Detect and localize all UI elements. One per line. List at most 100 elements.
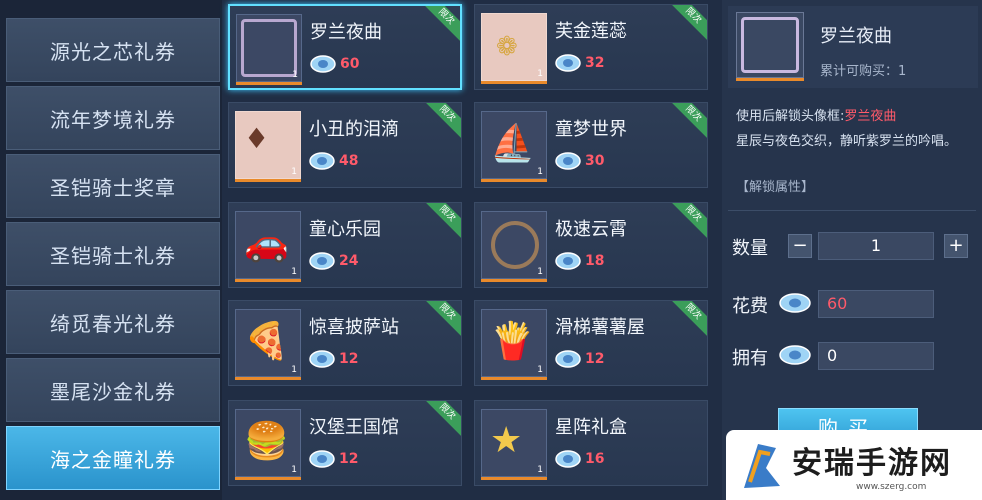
limited-badge: 限次 [668,203,707,239]
item-qty: 1 [537,465,543,475]
category-label: 圣铠骑士礼券 [50,243,176,268]
item-price: 32 [585,55,605,71]
item-price: 60 [340,56,360,72]
coin-icon [555,450,581,468]
item-qty: 1 [292,70,298,80]
item-card-selected[interactable]: 1 罗兰夜曲 60 限次 [228,4,462,90]
item-price: 24 [339,253,359,269]
coin-icon [779,345,811,365]
item-description: 使用后解锁头像框:罗兰夜曲 星辰与夜色交织，静听紫罗兰的吟唱。 [736,104,972,154]
quantity-label: 数量 [732,238,768,259]
category-item[interactable]: 绮觅春光礼券 [6,290,220,354]
item-price: 16 [585,451,605,467]
category-item[interactable]: 圣铠骑士礼券 [6,222,220,286]
watermark-text: 安瑞手游网 [792,446,952,481]
item-qty: 1 [291,465,297,475]
avatar-frame-icon [736,12,804,78]
item-qty: 1 [291,365,297,375]
item-name: 惊喜披萨站 [309,317,399,338]
item-name: 极速云霄 [555,219,627,240]
cost-value: 60 [818,290,934,318]
item-price: 12 [339,451,359,467]
limited-badge: 限次 [422,401,461,437]
coin-icon [309,252,335,270]
golden-lotus-icon: ❁ 1 [481,13,547,81]
coin-icon [555,350,581,368]
clown-tear-icon: ♦ 1 [235,111,301,179]
purchase-limit-text: 累计可购买：1 [820,64,907,79]
item-qty: 1 [537,365,543,375]
category-item-active[interactable]: 海之金瞳礼券 [6,426,220,490]
item-card[interactable]: 🍟 1 滑梯薯薯屋 12 限次 [474,300,708,386]
coin-icon [779,293,811,313]
detail-panel: 罗兰夜曲 累计可购买：1 使用后解锁头像框:罗兰夜曲 星辰与夜色交织，静听紫罗兰… [722,0,982,500]
item-qty: 1 [537,267,543,277]
item-name: 芙金莲蕊 [555,21,627,42]
limited-badge: 限次 [422,301,461,337]
category-label: 圣铠骑士奖章 [50,175,176,200]
category-item[interactable]: 流年梦境礼券 [6,86,220,150]
coin-icon [309,152,335,170]
desc-body: 星辰与夜色交织，静听紫罗兰的吟唱。 [736,134,958,149]
item-card[interactable]: ⛵ 1 童梦世界 30 限次 [474,102,708,188]
car-icon: 🚗 1 [235,211,301,279]
roller-coaster-icon: 1 [481,211,547,279]
coin-icon [309,450,335,468]
quantity-input[interactable]: 1 [818,232,934,260]
detail-title: 罗兰夜曲 [820,26,892,47]
item-name: 童心乐园 [309,219,381,240]
desc-highlight: 罗兰夜曲 [844,109,897,124]
increase-quantity-button[interactable]: + [944,234,968,258]
chips-shop-icon: 🍟 1 [481,309,547,377]
category-label: 墨尾沙金礼券 [50,379,176,404]
category-label: 源光之芯礼券 [50,39,176,64]
coin-icon [555,54,581,72]
category-label: 绮觅春光礼券 [50,311,176,336]
item-qty: 1 [291,267,297,277]
item-qty: 1 [537,69,543,79]
cost-label: 花费 [732,296,768,317]
item-price: 48 [339,153,359,169]
category-item[interactable]: 圣铠骑士奖章 [6,154,220,218]
item-card[interactable]: ❁ 1 芙金莲蕊 32 限次 [474,4,708,90]
item-name: 汉堡王国馆 [309,417,399,438]
category-label: 海之金瞳礼券 [50,447,176,472]
category-item[interactable]: 源光之芯礼券 [6,18,220,82]
owned-value: 0 [818,342,934,370]
item-card[interactable]: 🍕 1 惊喜披萨站 12 限次 [228,300,462,386]
category-item[interactable]: 墨尾沙金礼券 [6,358,220,422]
site-logo-icon [744,444,780,488]
watermark: 安瑞手游网 www.szerg.com [726,430,982,500]
pirate-ship-icon: ⛵ 1 [481,111,547,179]
burger-shop-icon: 🍔 1 [235,409,301,477]
category-sidebar: 源光之芯礼券 流年梦境礼券 圣铠骑士奖章 圣铠骑士礼券 绮觅春光礼券 墨尾沙金礼… [0,0,222,500]
coin-icon [309,350,335,368]
item-name: 滑梯薯薯屋 [555,317,645,338]
coin-icon [310,55,336,73]
item-qty: 1 [291,167,297,177]
item-card[interactable]: ♦ 1 小丑的泪滴 48 限次 [228,102,462,188]
unlock-attributes-link[interactable]: 【解锁属性】 [736,176,814,195]
item-name: 星阵礼盒 [555,417,627,438]
item-name: 童梦世界 [555,119,627,140]
item-card[interactable]: 🍔 1 汉堡王国馆 12 限次 [228,400,462,486]
item-card[interactable]: 1 极速云霄 18 限次 [474,202,708,288]
desc-prefix: 使用后解锁头像框: [736,109,845,124]
item-grid: 1 罗兰夜曲 60 限次 ❁ 1 芙金莲蕊 32 限次 ♦ 1 小丑的泪滴 48 限… [222,0,722,500]
limited-badge: 限次 [422,203,461,239]
avatar-frame-icon: 1 [236,14,302,82]
category-label: 流年梦境礼券 [50,107,176,132]
owned-label: 拥有 [732,348,768,369]
item-card[interactable]: 🚗 1 童心乐园 24 限次 [228,202,462,288]
watermark-url: www.szerg.com [856,482,927,492]
item-price: 12 [585,351,605,367]
limited-badge: 限次 [668,5,707,41]
limited-badge: 限次 [422,103,461,139]
item-price: 30 [585,153,605,169]
decrease-quantity-button[interactable]: − [788,234,812,258]
divider [728,210,976,211]
item-price: 12 [339,351,359,367]
item-card[interactable]: ★ 1 星阵礼盒 16 [474,400,708,486]
limited-badge: 限次 [668,103,707,139]
coin-icon [555,252,581,270]
